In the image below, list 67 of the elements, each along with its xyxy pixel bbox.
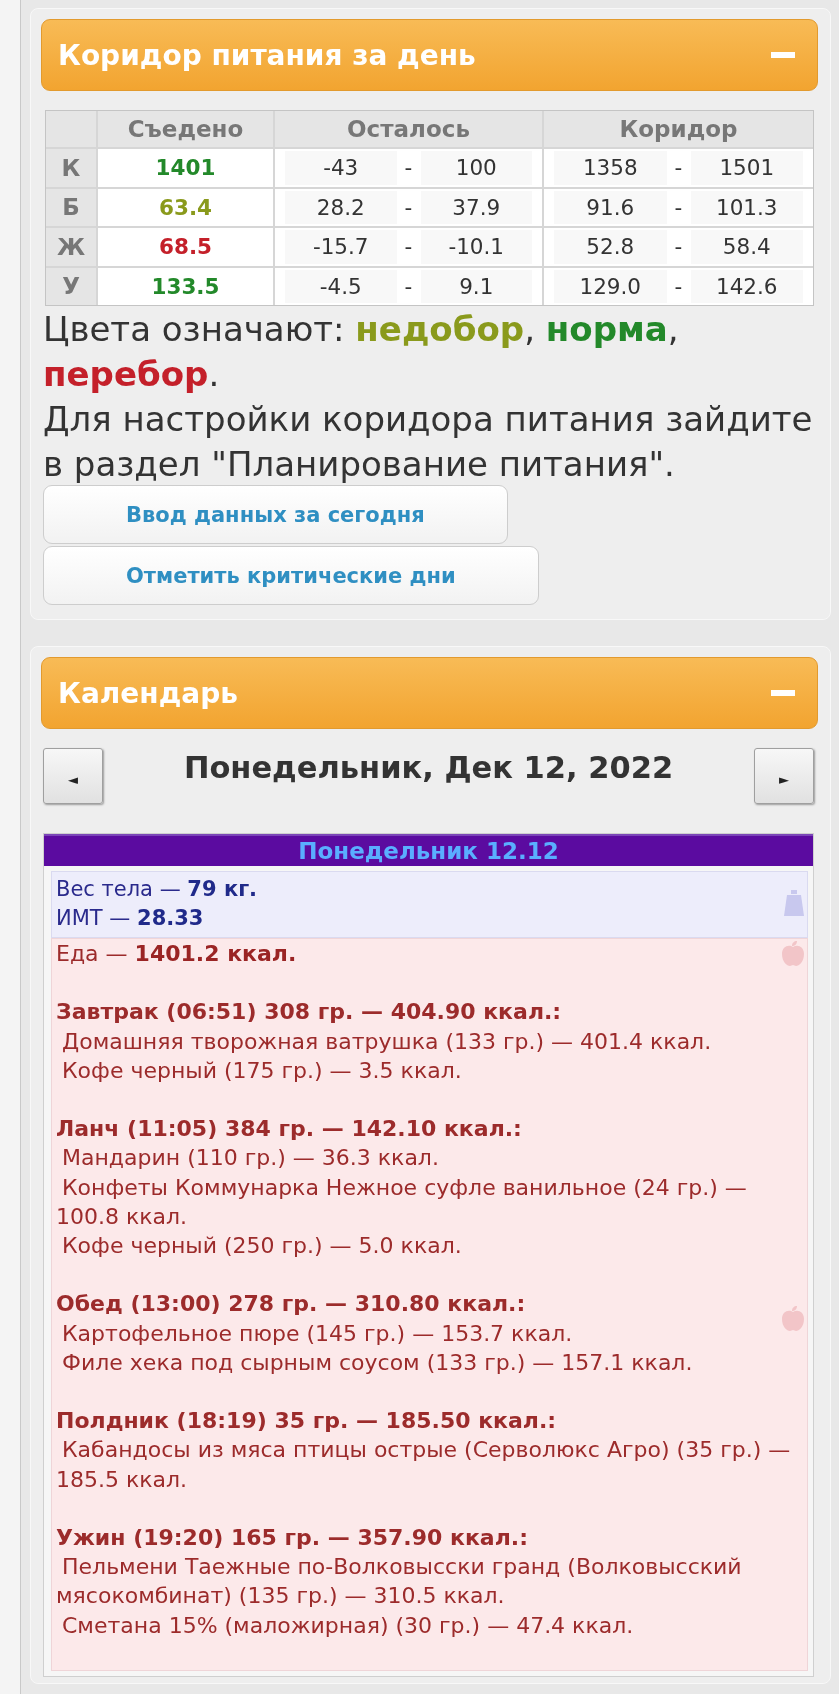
stat-line: Вес тела — 79 кг. — [56, 876, 258, 903]
range-separator: - — [403, 233, 414, 262]
hint-text: Для настройки коридора питания зайдите в раздел "Планирование питания". — [43, 398, 814, 486]
table-cell: 52.8 — [554, 230, 667, 264]
table-cell: 142.6 — [690, 269, 803, 303]
meal-title: Обед (13:00) 278 гр. — 310.80 ккал.: — [56, 1290, 526, 1319]
column-header: Коридор — [544, 111, 813, 147]
day-header: Понедельник 12.12 — [44, 834, 813, 866]
table-cell: -4.5 — [285, 269, 397, 303]
table-cell: 28.2 — [285, 190, 397, 224]
row-header: У — [46, 267, 96, 305]
apple-icon — [782, 941, 804, 966]
panel-title: Коридор питания за день — [58, 38, 476, 72]
row-header: К — [46, 149, 96, 187]
panel-title: Календарь — [58, 676, 238, 710]
meal-item: Пельмени Таежные по-Волковысски гранд (Волковысский мясокомбинат) (135 гр.) — 310.5 ккал. — [56, 1553, 743, 1611]
table-cell: 63.4 — [98, 188, 273, 226]
range-separator: - — [673, 233, 684, 262]
meal-item: Кабандосы из мяса птицы острые (Серволюкс Агро) (35 гр.) — 185.5 ккал. — [56, 1436, 792, 1494]
meal-item: Мандарин (110 гр.) — 36.3 ккал. — [61, 1144, 439, 1173]
range-separator: - — [673, 193, 684, 222]
column-header: Осталось — [275, 111, 542, 147]
table-cell: 37.9 — [420, 190, 532, 224]
meal-title: Ужин (19:20) 165 гр. — 357.90 ккал.: — [56, 1524, 528, 1552]
table-cell: 9.1 — [420, 269, 532, 303]
meal-title: Ланч (11:05) 384 гр. — 142.10 ккал.: — [56, 1115, 522, 1144]
meal-item: Кофе черный (175 гр.) — 3.5 ккал. — [61, 1056, 462, 1085]
meal-item: Домашняя творожная ватрушка (133 гр.) — 401.4 ккал. — [61, 1027, 712, 1056]
food-total-text: Еда — 1401.2 ккал. — [56, 940, 297, 968]
range-separator: - — [403, 272, 414, 301]
range-separator: - — [403, 193, 414, 222]
table-cell: 101.3 — [690, 190, 803, 224]
table-cell: -10.1 — [420, 230, 532, 264]
meal-title: Полдник (18:19) 35 гр. — 185.50 ккал.: — [56, 1407, 557, 1436]
stat-line: ИМТ — 28.33 — [56, 905, 204, 932]
weight-icon — [784, 890, 804, 916]
meal-item: Кофе черный (250 гр.) — 5.0 ккал. — [61, 1232, 462, 1260]
table-cell: 91.6 — [554, 190, 667, 224]
table-cell: 1358 — [554, 151, 667, 185]
table-cell: 129.0 — [554, 269, 667, 303]
table-cell: -43 — [285, 151, 397, 185]
table-cell: 58.4 — [690, 230, 803, 264]
table-cell: 1401 — [98, 149, 273, 187]
range-separator: - — [673, 272, 684, 301]
minus-icon[interactable] — [771, 52, 795, 58]
table-cell: 133.5 — [98, 267, 273, 305]
minus-icon[interactable] — [771, 690, 795, 696]
apple-icon — [782, 1306, 804, 1331]
date-title: Понедельник, Дек 12, 2022 — [183, 749, 674, 787]
range-separator: - — [673, 154, 684, 183]
table-cell: 100 — [420, 151, 532, 185]
table-cell: 1501 — [690, 151, 803, 185]
meal-item: Филе хека под сырным соусом (133 гр.) — 157.1 ккал. — [61, 1348, 693, 1377]
column-header: Съедено — [98, 111, 273, 147]
prev-button[interactable]: ◄ — [43, 748, 103, 804]
table-cell: 68.5 — [98, 228, 273, 266]
color-legend-text: Цвета означают: недобор, норма, перебор. — [43, 308, 680, 396]
row-header: Ж — [46, 228, 96, 266]
meal-item: Сметана 15% (маложирная) (30 гр.) — 47.4 ккал. — [61, 1611, 634, 1640]
range-separator: - — [403, 154, 414, 183]
next-button[interactable]: ► — [754, 748, 814, 804]
corner-cell — [46, 111, 96, 147]
row-header: Б — [46, 188, 96, 226]
table-cell: -15.7 — [285, 230, 397, 264]
meal-item: Картофельное пюре (145 гр.) — 153.7 ккал. — [61, 1319, 573, 1348]
meal-title: Завтрак (06:51) 308 гр. — 404.90 ккал.: — [56, 998, 562, 1027]
meal-item: Конфеты Коммунарка Нежное суфле ванильное (24 гр.) — 100.8 ккал. — [56, 1173, 748, 1231]
